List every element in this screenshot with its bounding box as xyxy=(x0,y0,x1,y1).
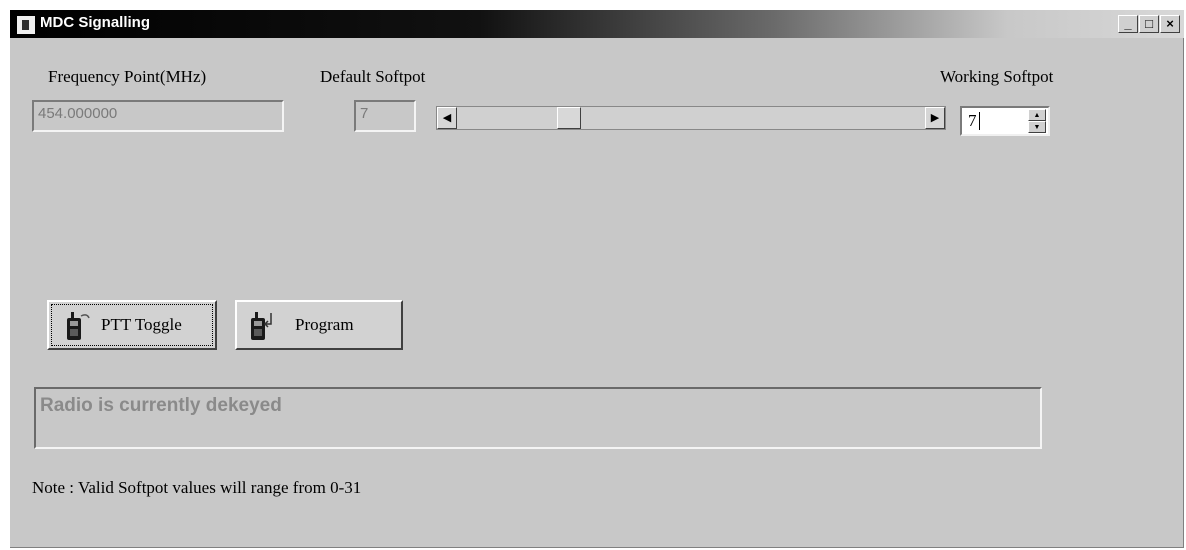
working-softpot-label: Working Softpot xyxy=(940,67,1054,86)
title-bar[interactable]: MDC Signalling _ □ × xyxy=(10,10,1184,38)
default-softpot-value: 7 xyxy=(360,105,369,122)
default-softpot-field: 7 xyxy=(354,100,416,132)
mdc-signalling-window: MDC Signalling _ □ × Frequency Point(MHz… xyxy=(8,8,1184,548)
arrow-right-icon: ▶ xyxy=(930,112,940,124)
frequency-value: 454.000000 xyxy=(38,105,118,122)
working-softpot-value[interactable]: 7 xyxy=(968,111,977,131)
spin-buttons: ▲ ▼ xyxy=(1028,109,1046,133)
minimize-button[interactable]: _ xyxy=(1118,15,1138,33)
frequency-field: 454.000000 xyxy=(32,100,284,132)
radio-ptt-icon xyxy=(67,312,90,340)
scroll-right-button[interactable]: ▶ xyxy=(925,107,945,129)
app-radio-icon[interactable] xyxy=(16,15,36,35)
radio-program-icon xyxy=(251,312,272,340)
frequency-label: Frequency Point(MHz) xyxy=(48,67,207,86)
close-button[interactable]: × xyxy=(1160,15,1180,33)
arrow-up-icon: ▲ xyxy=(1033,111,1041,119)
program-button[interactable]: Program xyxy=(235,300,403,350)
softpot-slider[interactable]: ◀ ▶ xyxy=(436,106,946,130)
maximize-button[interactable]: □ xyxy=(1139,15,1159,33)
ptt-toggle-label: PTT Toggle xyxy=(101,315,182,334)
slider-thumb[interactable] xyxy=(557,107,582,129)
text-caret xyxy=(979,112,980,130)
arrow-left-icon: ◀ xyxy=(442,112,452,124)
spin-down-button[interactable]: ▼ xyxy=(1028,121,1046,133)
program-label: Program xyxy=(295,315,354,334)
status-text: Radio is currently dekeyed xyxy=(40,395,282,416)
window-title: MDC Signalling xyxy=(40,14,150,31)
default-softpot-label: Default Softpot xyxy=(320,67,426,86)
arrow-down-icon: ▼ xyxy=(1033,123,1041,131)
scroll-left-button[interactable]: ◀ xyxy=(437,107,457,129)
ptt-toggle-button[interactable]: PTT Toggle xyxy=(47,300,217,350)
status-display: Radio is currently dekeyed xyxy=(34,387,1042,449)
spin-up-button[interactable]: ▲ xyxy=(1028,109,1046,121)
softpot-range-note: Note : Valid Softpot values will range f… xyxy=(32,478,362,497)
working-softpot-spinner[interactable]: 7 ▲ ▼ xyxy=(960,106,1050,136)
